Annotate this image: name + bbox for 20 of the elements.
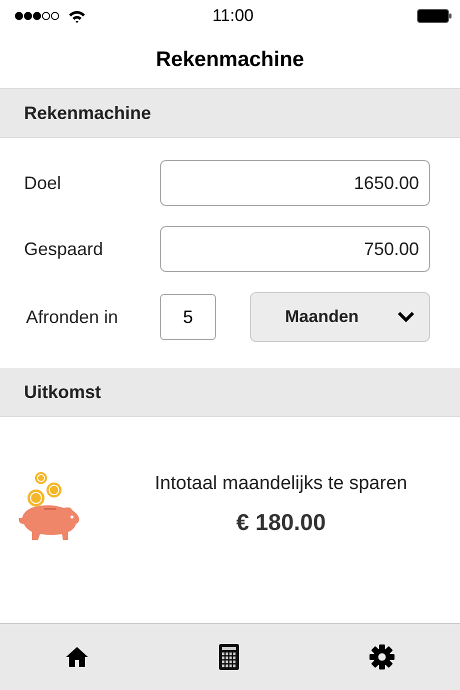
wifi-icon bbox=[68, 10, 86, 22]
section-header: Uitkomst bbox=[0, 368, 460, 417]
field-label: Afronden in bbox=[25, 306, 120, 328]
calculator-icon[interactable] bbox=[219, 644, 239, 670]
signal-icon bbox=[14, 11, 60, 21]
input-field[interactable]: 750.00 bbox=[160, 226, 430, 272]
nav-title: Rekenmachine bbox=[156, 48, 304, 72]
section-header: Rekenmachine bbox=[0, 89, 460, 138]
unit-dropdown[interactable]: Maanden bbox=[250, 292, 430, 342]
number-field[interactable]: 5 bbox=[160, 294, 216, 340]
field-label: Gespaard bbox=[24, 238, 104, 260]
chevron-down-icon bbox=[397, 311, 415, 323]
field-label: Doel bbox=[24, 172, 62, 194]
status-time: 11:00 bbox=[212, 6, 254, 26]
result-amount: € 180.00 bbox=[236, 508, 326, 536]
settings-icon[interactable] bbox=[369, 644, 395, 670]
battery-icon bbox=[417, 9, 452, 23]
home-icon[interactable] bbox=[65, 646, 89, 668]
input-field[interactable]: 1650.00 bbox=[160, 160, 430, 206]
result-label: Intotaal maandelijks te sparen bbox=[154, 472, 408, 494]
